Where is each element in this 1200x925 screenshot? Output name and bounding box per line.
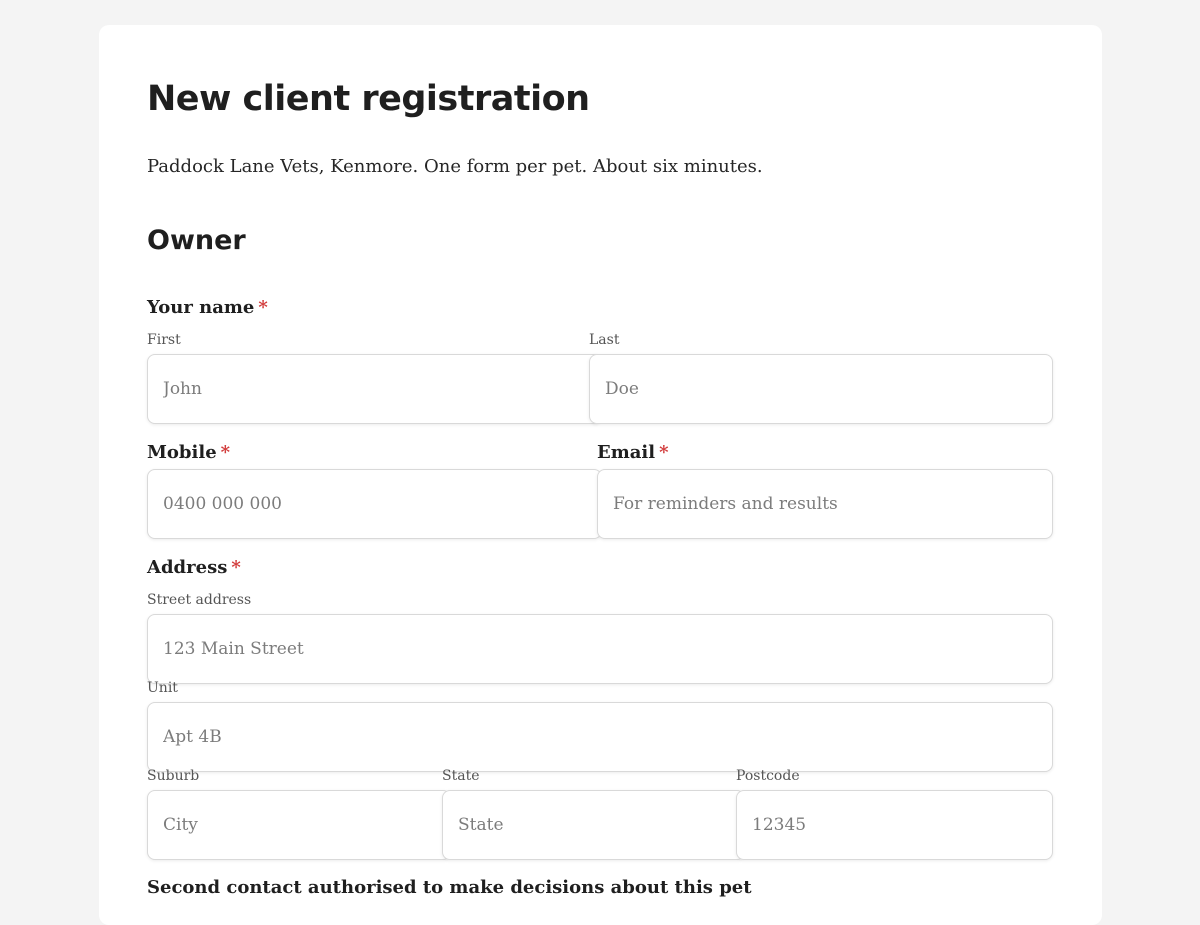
state-input[interactable] — [458, 791, 729, 859]
mobile-input[interactable] — [163, 470, 586, 538]
unit-input[interactable] — [163, 703, 1037, 771]
email-input[interactable] — [613, 470, 1037, 538]
your-name-label: Your name * — [147, 297, 268, 318]
unit-field — [147, 702, 1053, 772]
last-name-sublabel: Last — [589, 332, 620, 348]
required-marker: * — [258, 297, 268, 318]
required-marker: * — [659, 442, 669, 463]
street-address-input[interactable] — [163, 615, 1037, 683]
street-address-sublabel: Street address — [147, 592, 252, 608]
email-label-text: Email — [597, 442, 656, 463]
owner-section-heading: Owner — [147, 225, 246, 256]
mobile-field — [147, 469, 602, 539]
mobile-label-text: Mobile — [147, 442, 217, 463]
state-field — [442, 790, 745, 860]
required-marker: * — [220, 442, 231, 463]
suburb-input[interactable] — [163, 791, 435, 859]
mobile-label: Mobile * — [147, 442, 230, 463]
state-sublabel: State — [442, 768, 480, 784]
first-name-field — [147, 354, 602, 424]
registration-form-card: New client registration Paddock Lane Vet… — [99, 25, 1102, 925]
email-label: Email * — [597, 442, 669, 463]
last-name-input[interactable] — [605, 355, 1037, 423]
email-field — [597, 469, 1053, 539]
postcode-field — [736, 790, 1053, 860]
first-name-sublabel: First — [147, 332, 181, 348]
required-marker: * — [231, 557, 241, 578]
your-name-label-text: Your name — [147, 297, 255, 318]
page-title: New client registration — [147, 79, 590, 119]
form-intro-text: Paddock Lane Vets, Kenmore. One form per… — [147, 156, 763, 177]
postcode-input[interactable] — [752, 791, 1037, 859]
street-address-field — [147, 614, 1053, 684]
suburb-field — [147, 790, 451, 860]
second-contact-label: Second contact authorised to make decisi… — [147, 877, 752, 898]
first-name-input[interactable] — [163, 355, 586, 423]
unit-sublabel: Unit — [147, 680, 178, 696]
address-label: Address * — [147, 557, 241, 578]
address-label-text: Address — [147, 557, 228, 578]
postcode-sublabel: Postcode — [736, 768, 800, 784]
suburb-sublabel: Suburb — [147, 768, 200, 784]
last-name-field — [589, 354, 1053, 424]
